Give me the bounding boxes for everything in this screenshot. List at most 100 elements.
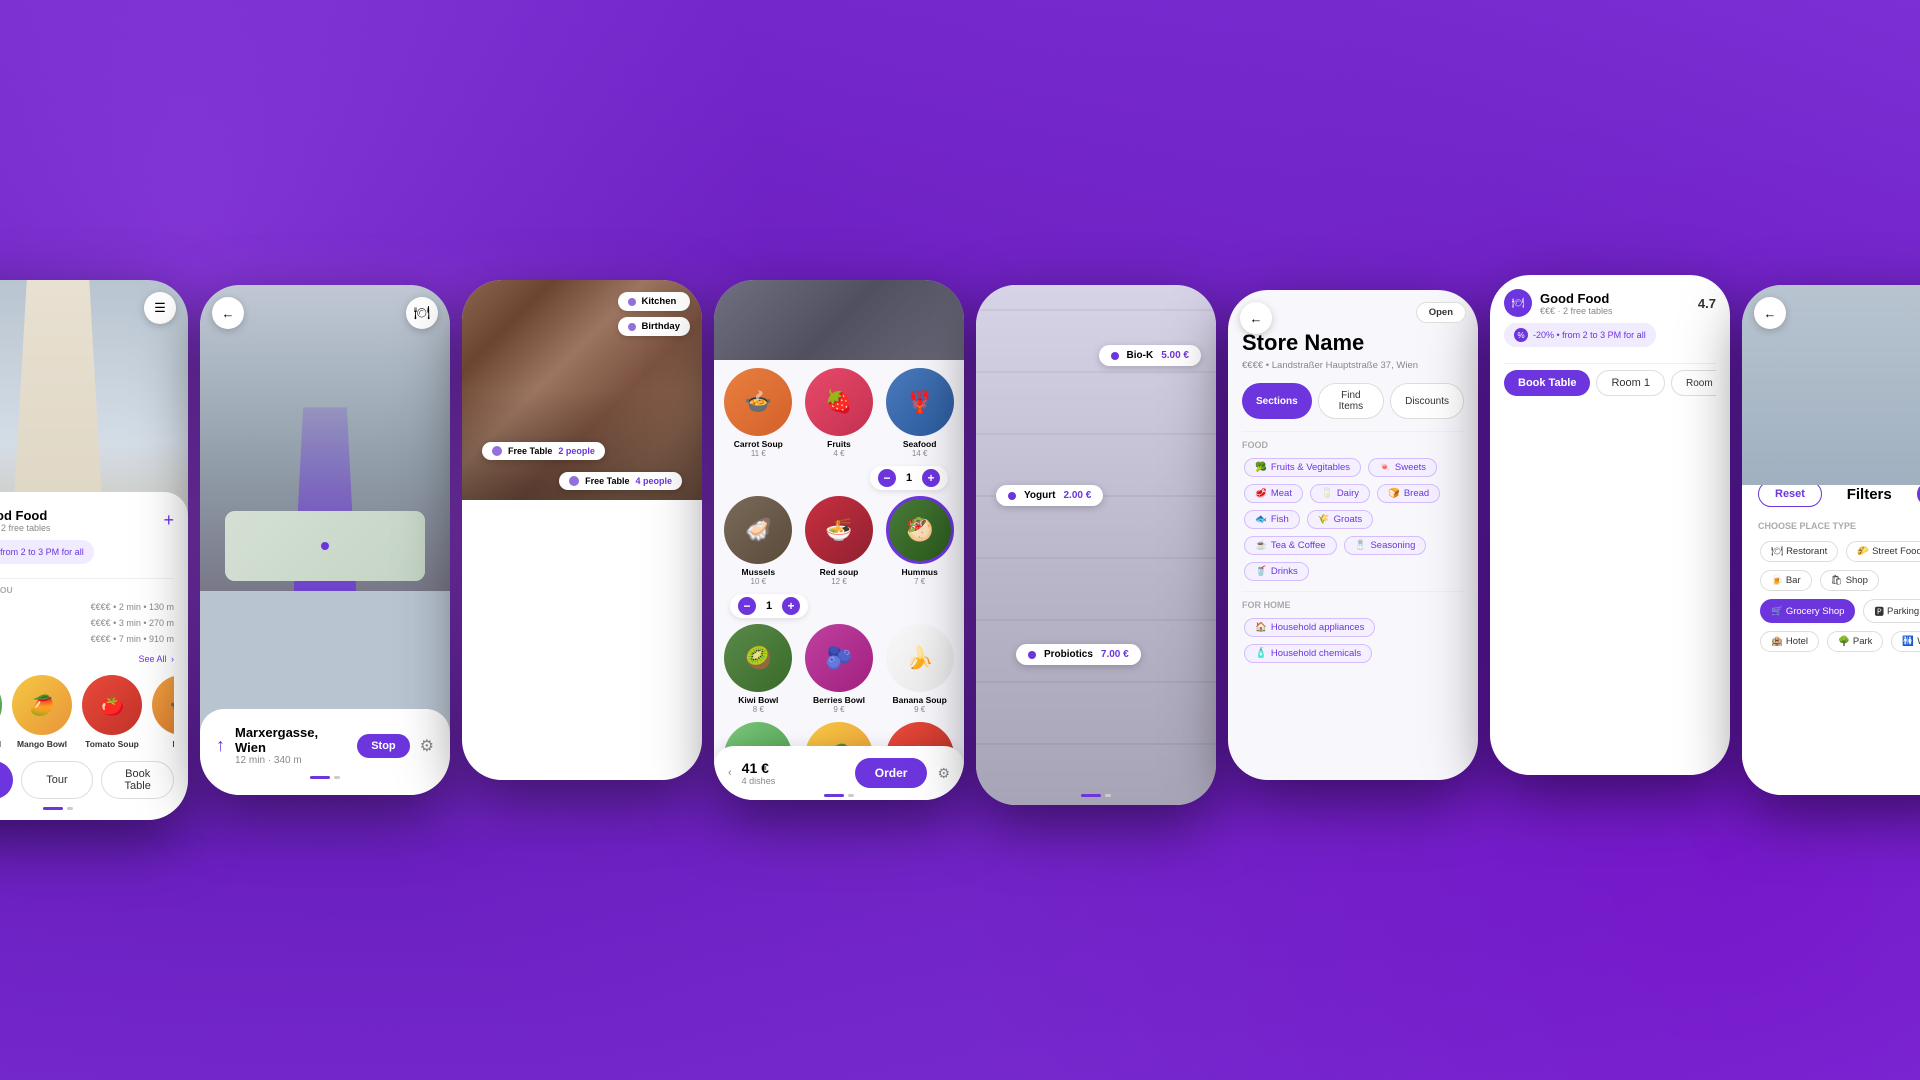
mussels-price: 10 € bbox=[722, 577, 795, 586]
hummus-name: Hummus bbox=[883, 567, 956, 577]
chip-grocery-shop[interactable]: 🛒 Grocery Shop bbox=[1760, 599, 1855, 623]
chip-drinks[interactable]: 🥤 Drinks bbox=[1244, 562, 1309, 581]
row2-minus[interactable]: − bbox=[738, 597, 756, 615]
kiwi-name: Kiwi Bowl bbox=[722, 695, 795, 705]
tab-sections[interactable]: Sections bbox=[1242, 383, 1312, 419]
photo-tags: Kitchen Birthday bbox=[618, 292, 690, 336]
chip-appliances[interactable]: 🏠 Household appliances bbox=[1244, 618, 1375, 637]
fruits-name: Fruits bbox=[803, 439, 876, 449]
back-icon-7[interactable]: ← bbox=[1240, 302, 1272, 334]
direction-icon: ↑ bbox=[216, 735, 225, 756]
biok-price-tag: Bio-K 5.00 € bbox=[1099, 345, 1201, 366]
berries-name: Berries Bowl bbox=[803, 695, 876, 705]
chip-sweets[interactable]: 🍬 Sweets bbox=[1368, 458, 1437, 477]
tab-discounts[interactable]: Discounts bbox=[1390, 383, 1464, 419]
seafood-counter-ctrl: − 1 + bbox=[870, 466, 948, 490]
food-row: 🥗 Avocado Bowl 🥭 Mango Bowl 🍅 Tomato Sou… bbox=[0, 675, 174, 749]
chip-chemicals[interactable]: 🧴 Household chemicals bbox=[1244, 644, 1372, 663]
tour-button[interactable]: Tour bbox=[21, 761, 94, 799]
row2-plus[interactable]: + bbox=[782, 597, 800, 615]
chip-parking[interactable]: 🅿 Parking bbox=[1863, 599, 1920, 623]
book-table-button[interactable]: Book Table bbox=[101, 761, 174, 799]
row2-counter: − 1 + bbox=[722, 594, 956, 618]
go-button[interactable]: Go bbox=[0, 761, 13, 799]
chip-meat[interactable]: 🥩 Meat bbox=[1244, 484, 1303, 503]
expand-icon[interactable]: + bbox=[163, 510, 174, 531]
back-icon-3[interactable]: ← bbox=[212, 297, 244, 329]
see-all-text[interactable]: See All bbox=[139, 654, 167, 664]
carrot-soup-price: 11 € bbox=[722, 449, 795, 458]
chip-hotel[interactable]: 🏨 Hotel bbox=[1760, 631, 1819, 652]
nearby-item-3: Aloha €€€€ • 7 min • 910 m bbox=[0, 633, 174, 644]
discount-badge-8: % -20% • from 2 to 3 PM for all bbox=[1504, 323, 1656, 347]
food-row-3: 🥝 Kiwi Bowl 8 € 🫐 Berries Bowl 9 € 🍌 Ban… bbox=[722, 624, 956, 714]
chip-park[interactable]: 🌳 Park bbox=[1827, 631, 1883, 652]
birthday-btn[interactable]: Room "Birthday" bbox=[1671, 370, 1716, 396]
table1-tag: Free Table 2 people bbox=[482, 442, 605, 460]
menu-icon-2[interactable]: ☰ bbox=[144, 292, 176, 324]
chip-seasoning[interactable]: 🧂 Seasoning bbox=[1344, 536, 1427, 555]
see-all-arrow: › bbox=[171, 654, 174, 664]
fruits-price: 4 € bbox=[803, 449, 876, 458]
chip-groats[interactable]: 🌾 Groats bbox=[1307, 510, 1373, 529]
kiwi-img: 🥝 bbox=[724, 624, 792, 692]
chip-street-food[interactable]: 🌮 Street Food bbox=[1846, 541, 1920, 562]
food-mussels: 🦪 Mussels 10 € bbox=[722, 496, 795, 586]
booking-buttons: Book Table Room 1 Room "Birthday" bbox=[1504, 370, 1716, 400]
kitchen-tag: Kitchen bbox=[618, 292, 690, 311]
chip-shop[interactable]: 🛍 Shop bbox=[1820, 570, 1879, 591]
back-icon-9[interactable]: ← bbox=[1754, 297, 1786, 329]
restaurant-icon-3[interactable]: 🍽 bbox=[406, 297, 438, 329]
food-grid-container[interactable]: 🍲 Carrot Soup 11 € 🍓 Fruits 4 € 🦞 Seafoo… bbox=[714, 360, 964, 750]
order-button[interactable]: Order bbox=[855, 758, 928, 788]
food-photo-top bbox=[714, 280, 964, 360]
table2-bubble: Free Table 4 people bbox=[559, 472, 682, 490]
restaurant-detail-icon: 🍽 bbox=[1504, 289, 1532, 317]
settings-icon[interactable]: ⚙ bbox=[420, 736, 434, 756]
nav-text: Marxergasse, Wien 12 min · 340 m bbox=[235, 725, 347, 766]
order-settings-icon[interactable]: ⚙ bbox=[937, 765, 950, 782]
chip-tea-coffee[interactable]: ☕ Tea & Coffee bbox=[1244, 536, 1337, 555]
discount-icon-8: % bbox=[1514, 328, 1528, 342]
done-button[interactable]: Done bbox=[1917, 482, 1920, 506]
nearby-item-2: Best Cake €€€€ • 3 min • 270 m bbox=[0, 617, 174, 628]
chip-wc[interactable]: 🚻 WC bbox=[1891, 631, 1920, 652]
chip-fruits[interactable]: 🥦 Fruits & Vegitables bbox=[1244, 458, 1361, 477]
chip-bread[interactable]: 🍞 Bread bbox=[1377, 484, 1440, 503]
room1-btn[interactable]: Room 1 bbox=[1596, 370, 1665, 396]
grocery-photo: Bio-K 5.00 € Yogurt 2.00 € P bbox=[976, 285, 1216, 805]
store-details: €€€€ • Landstraßer Hauptstraße 37, Wien bbox=[1242, 360, 1464, 371]
food-more: 🍲 Ma... bbox=[152, 675, 174, 749]
hummus-price: 7 € bbox=[883, 577, 956, 586]
seafood-minus[interactable]: − bbox=[878, 469, 896, 487]
chip-fish[interactable]: 🐟 Fish bbox=[1244, 510, 1300, 529]
mango-label: Mango Bowl bbox=[12, 739, 72, 749]
food-row-1: 🍲 Carrot Soup 11 € 🍓 Fruits 4 € 🦞 Seafoo… bbox=[722, 368, 956, 458]
stop-button[interactable]: Stop bbox=[357, 734, 409, 758]
restaurant-photo: Kitchen Birthday Free Table 2 people bbox=[462, 280, 702, 500]
chip-dairy[interactable]: 🥛 Dairy bbox=[1310, 484, 1370, 503]
chip-restaurant[interactable]: 🍽 Restorant bbox=[1760, 541, 1838, 562]
filters-title: Filters bbox=[1830, 486, 1909, 503]
table2-dot bbox=[569, 476, 579, 486]
restaurant-detail-sub: €€€ · 2 free tables bbox=[1540, 306, 1613, 316]
minimap bbox=[225, 511, 425, 581]
row2-count: 1 bbox=[762, 600, 776, 612]
restaurant-card: 🍽 Good Food €€€ · 2 free tables + % -20%… bbox=[0, 492, 188, 820]
red-soup-img: 🍜 bbox=[805, 496, 873, 564]
open-badge-container: Open bbox=[1416, 302, 1466, 323]
avocado-label: Avocado Bowl bbox=[0, 739, 2, 749]
phone-9: ← ⏸ Reset Filters Done CHOOSE PLACE TYPE… bbox=[1742, 285, 1920, 795]
store-content[interactable]: Store Name €€€€ • Landstraßer Hauptstraß… bbox=[1228, 290, 1478, 780]
seafood-plus[interactable]: + bbox=[922, 469, 940, 487]
probiotics-dot bbox=[1028, 651, 1036, 659]
restaurant-detail-card: 🍽 Good Food €€€ · 2 free tables 4.7 % -2… bbox=[1490, 275, 1730, 414]
restaurant-header: 🍽 Good Food €€€ · 2 free tables + bbox=[0, 506, 174, 534]
chip-bar[interactable]: 🍺 Bar bbox=[1760, 570, 1812, 591]
yogurt-price-tag: Yogurt 2.00 € bbox=[996, 485, 1103, 506]
open-badge: Open bbox=[1416, 302, 1466, 323]
prev-icon[interactable]: ‹ bbox=[728, 767, 732, 779]
tab-find-items[interactable]: Find Items bbox=[1318, 383, 1384, 419]
phone-8: 🍽 Good Food €€€ · 2 free tables 4.7 % -2… bbox=[1490, 275, 1730, 775]
book-table-btn-8[interactable]: Book Table bbox=[1504, 370, 1590, 396]
